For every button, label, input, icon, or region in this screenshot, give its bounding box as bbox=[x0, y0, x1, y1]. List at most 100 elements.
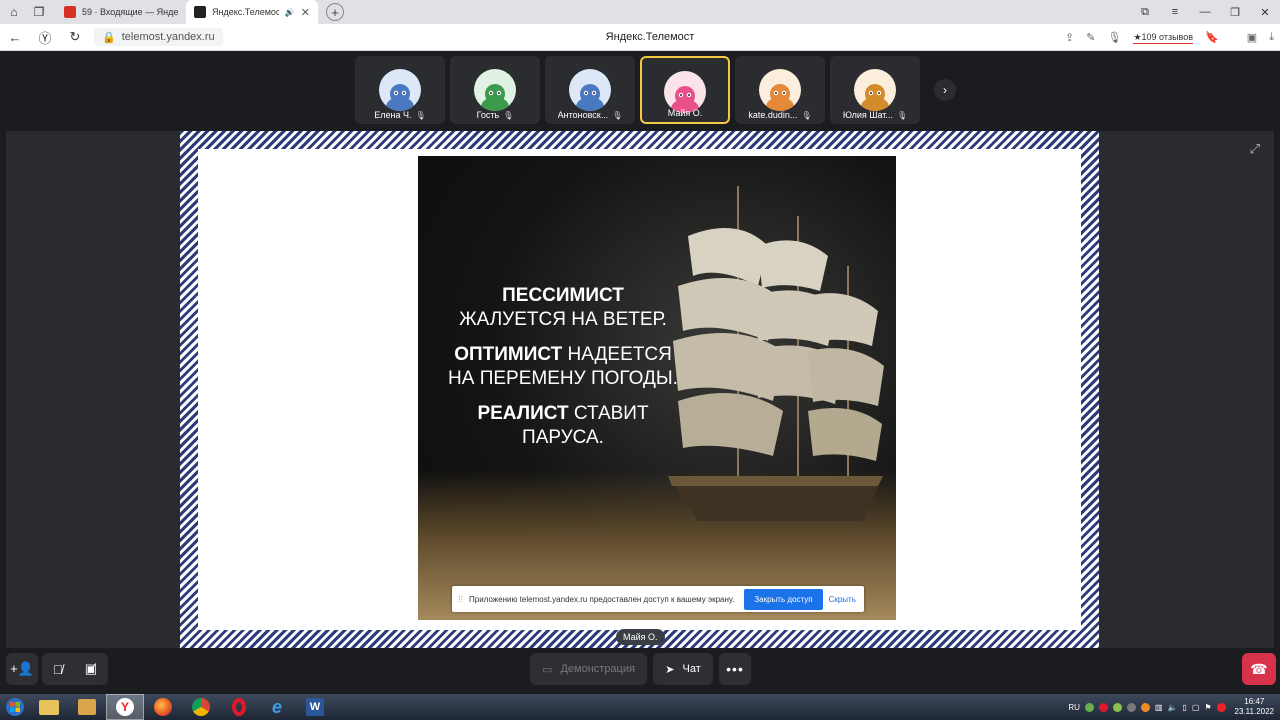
participant-name-row: Майя О. bbox=[642, 108, 728, 118]
browser-menu-icon[interactable]: ≡ bbox=[1160, 6, 1190, 18]
bookmark-icon[interactable]: 🔖 bbox=[1205, 31, 1219, 44]
media-player-icon bbox=[78, 699, 96, 715]
taskbar-yandex-browser[interactable]: Y bbox=[106, 694, 144, 720]
opera-icon bbox=[232, 698, 246, 716]
clock-time: 16:47 bbox=[1244, 697, 1265, 706]
tray-green-icon[interactable] bbox=[1112, 702, 1122, 712]
browser-home-icon[interactable]: ⌂ bbox=[3, 2, 25, 22]
yandex-browser-icon: Y bbox=[116, 698, 134, 716]
participant-name: kate.dudin... bbox=[748, 110, 798, 120]
poster-optimist-rest-b: НА ПЕРЕМЕНУ ПОГОДЫ. bbox=[448, 368, 678, 389]
back-arrow-icon[interactable]: ← bbox=[0, 30, 30, 45]
taskbar-opera[interactable] bbox=[220, 694, 258, 720]
clock-date: 23.11.2022 bbox=[1234, 707, 1274, 716]
tray-battery-icon[interactable]: ▯ bbox=[1182, 703, 1186, 712]
tray-network-icon[interactable]: ▥ bbox=[1155, 703, 1163, 712]
sharer-name-badge: Майя О. bbox=[616, 629, 665, 645]
participant-tile[interactable]: Майя О. bbox=[640, 56, 730, 124]
tabs-panel-icon[interactable]: ❐ bbox=[28, 2, 50, 22]
participant-name-row: Гость 🎙 bbox=[450, 110, 540, 120]
mic-muted-icon: 🎙 bbox=[415, 110, 426, 120]
close-window-icon[interactable]: ✕ bbox=[1250, 6, 1280, 19]
tab-mail[interactable]: 59 · Входящие — Яндекс bbox=[56, 0, 186, 24]
url-field[interactable]: 🔒 telemost.yandex.ru bbox=[94, 28, 223, 46]
participant-tile[interactable]: Гость 🎙 bbox=[450, 56, 540, 124]
add-user-icon: +👤 bbox=[10, 661, 34, 676]
url-text: telemost.yandex.ru bbox=[121, 31, 215, 43]
minimize-icon[interactable]: — bbox=[1190, 6, 1220, 18]
reviews-link[interactable]: ★109 отзывов bbox=[1133, 32, 1194, 44]
participant-name-row: Антоновск... 🎙 bbox=[545, 110, 635, 120]
participant-tile[interactable]: kate.dudin... 🎙 bbox=[735, 56, 825, 124]
tray-orange-icon[interactable] bbox=[1140, 702, 1150, 712]
reload-icon[interactable]: ↻ bbox=[60, 29, 90, 45]
cat-icon bbox=[759, 69, 801, 111]
participant-tile[interactable]: Антоновск... 🎙 bbox=[545, 56, 635, 124]
screen-share-button[interactable]: ▭ Демонстрация bbox=[530, 653, 647, 685]
invite-button[interactable]: +👤 bbox=[6, 653, 38, 685]
tray-opera-icon[interactable] bbox=[1098, 702, 1108, 712]
word-icon: W bbox=[306, 698, 324, 716]
system-tray: RU ▥ 🔈 ▯ ▢ ⚑ 16:47 23.11.2022 bbox=[1068, 694, 1280, 720]
new-tab-button[interactable]: + bbox=[326, 3, 344, 21]
taskbar-explorer[interactable] bbox=[30, 694, 68, 720]
download-icon[interactable]: ⤓ bbox=[1269, 31, 1274, 44]
end-call-button[interactable]: ☎ bbox=[1242, 653, 1276, 685]
fullscreen-icon[interactable]: ⤢ bbox=[1250, 141, 1260, 157]
taskbar-chrome[interactable] bbox=[182, 694, 220, 720]
system-clock[interactable]: 16:47 23.11.2022 bbox=[1235, 697, 1274, 717]
collections-icon[interactable]: ⧉ bbox=[1130, 6, 1160, 19]
language-indicator[interactable]: RU bbox=[1068, 703, 1080, 712]
chat-button[interactable]: ➤ Чат bbox=[653, 653, 713, 685]
poster-quote-realist: РЕАЛИСТ СТАВИТ ПАРУСА. bbox=[418, 402, 708, 450]
mic-off-icon[interactable]: 🎙̸ bbox=[53, 662, 63, 677]
next-participants-button[interactable]: › bbox=[934, 79, 956, 101]
tab-telemost[interactable]: Яндекс.Телемост 🔊 ✕ bbox=[186, 0, 318, 24]
hide-notice-link[interactable]: Скрыть bbox=[829, 595, 856, 604]
poster-quote-pessimist: ПЕССИМИСТ ЖАЛУЕТСЯ НА ВЕТЕР. bbox=[418, 284, 708, 332]
tray-flag-icon[interactable]: ⚑ bbox=[1204, 703, 1211, 712]
windows-taskbar: Y e W RU ▥ 🔈 ▯ ▢ ⚑ 16:47 23.11.2022 bbox=[0, 694, 1280, 720]
reader-icon[interactable]: ▣ bbox=[1247, 31, 1257, 44]
tray-volume-icon[interactable]: 🔈 bbox=[1167, 703, 1177, 712]
taskbar-media-player[interactable] bbox=[68, 694, 106, 720]
poster-realist-rest-b: ПАРУСА. bbox=[522, 427, 604, 448]
tab-mail-label: 59 · Входящие — Яндекс bbox=[82, 7, 178, 17]
tray-yandex-icon[interactable] bbox=[1216, 702, 1226, 712]
poster-pessimist-bold: ПЕССИМИСТ bbox=[502, 285, 624, 306]
tab-audio-icon[interactable]: 🔊 bbox=[285, 8, 295, 17]
restore-icon[interactable]: ❐ bbox=[1220, 6, 1250, 19]
poster-realist-rest-a: СТАВИТ bbox=[568, 403, 649, 424]
participant-name-row: Юлия Шат... 🎙 bbox=[830, 110, 920, 120]
camera-blocked-icon[interactable]: ✎ bbox=[1086, 31, 1095, 44]
participant-tile[interactable]: Елена Ч. 🎙 bbox=[355, 56, 445, 124]
mic-muted-icon: 🎙 bbox=[612, 110, 623, 120]
taskbar-word[interactable]: W bbox=[296, 694, 334, 720]
screen-share-notice: ⁞⁞ Приложению telemost.yandex.ru предост… bbox=[452, 586, 864, 612]
stop-sharing-button[interactable]: Закрыть доступ bbox=[744, 588, 823, 610]
participant-tile[interactable]: Юлия Шат... 🎙 bbox=[830, 56, 920, 124]
poster-realist-bold: РЕАЛИСТ bbox=[477, 403, 569, 424]
yandex-logo-icon[interactable]: Ⓨ bbox=[30, 28, 60, 47]
share-icon[interactable]: ⇪ bbox=[1065, 31, 1074, 44]
poster-image: ПЕССИМИСТ ЖАЛУЕТСЯ НА ВЕТЕР. ОПТИМИСТ НА… bbox=[418, 156, 896, 620]
start-button[interactable] bbox=[0, 694, 30, 720]
frog-icon bbox=[474, 69, 516, 111]
chat-label: Чат bbox=[682, 663, 701, 675]
more-options-button[interactable]: ••• bbox=[719, 653, 751, 685]
more-dots-icon: ••• bbox=[726, 661, 744, 677]
tray-display-icon[interactable]: ▢ bbox=[1192, 703, 1200, 712]
mic-muted-icon: 🎙 bbox=[503, 110, 514, 120]
tray-app-icon[interactable] bbox=[1084, 702, 1094, 712]
walrus-icon bbox=[569, 69, 611, 111]
mail-favicon-icon bbox=[64, 6, 76, 18]
phone-hangup-icon: ☎ bbox=[1250, 660, 1268, 677]
poster-optimist-rest-a: НАДЕЕТСЯ bbox=[562, 344, 672, 365]
taskbar-internet-explorer[interactable]: e bbox=[258, 694, 296, 720]
tab-close-icon[interactable]: ✕ bbox=[301, 6, 310, 19]
drag-handle-icon[interactable]: ⁞⁞ bbox=[458, 594, 463, 604]
tray-gpu-icon[interactable] bbox=[1126, 702, 1136, 712]
mic-blocked-icon[interactable]: 🎙 bbox=[1107, 31, 1121, 44]
taskbar-firefox[interactable] bbox=[144, 694, 182, 720]
camera-off-icon[interactable]: ▣̸ bbox=[85, 661, 97, 677]
